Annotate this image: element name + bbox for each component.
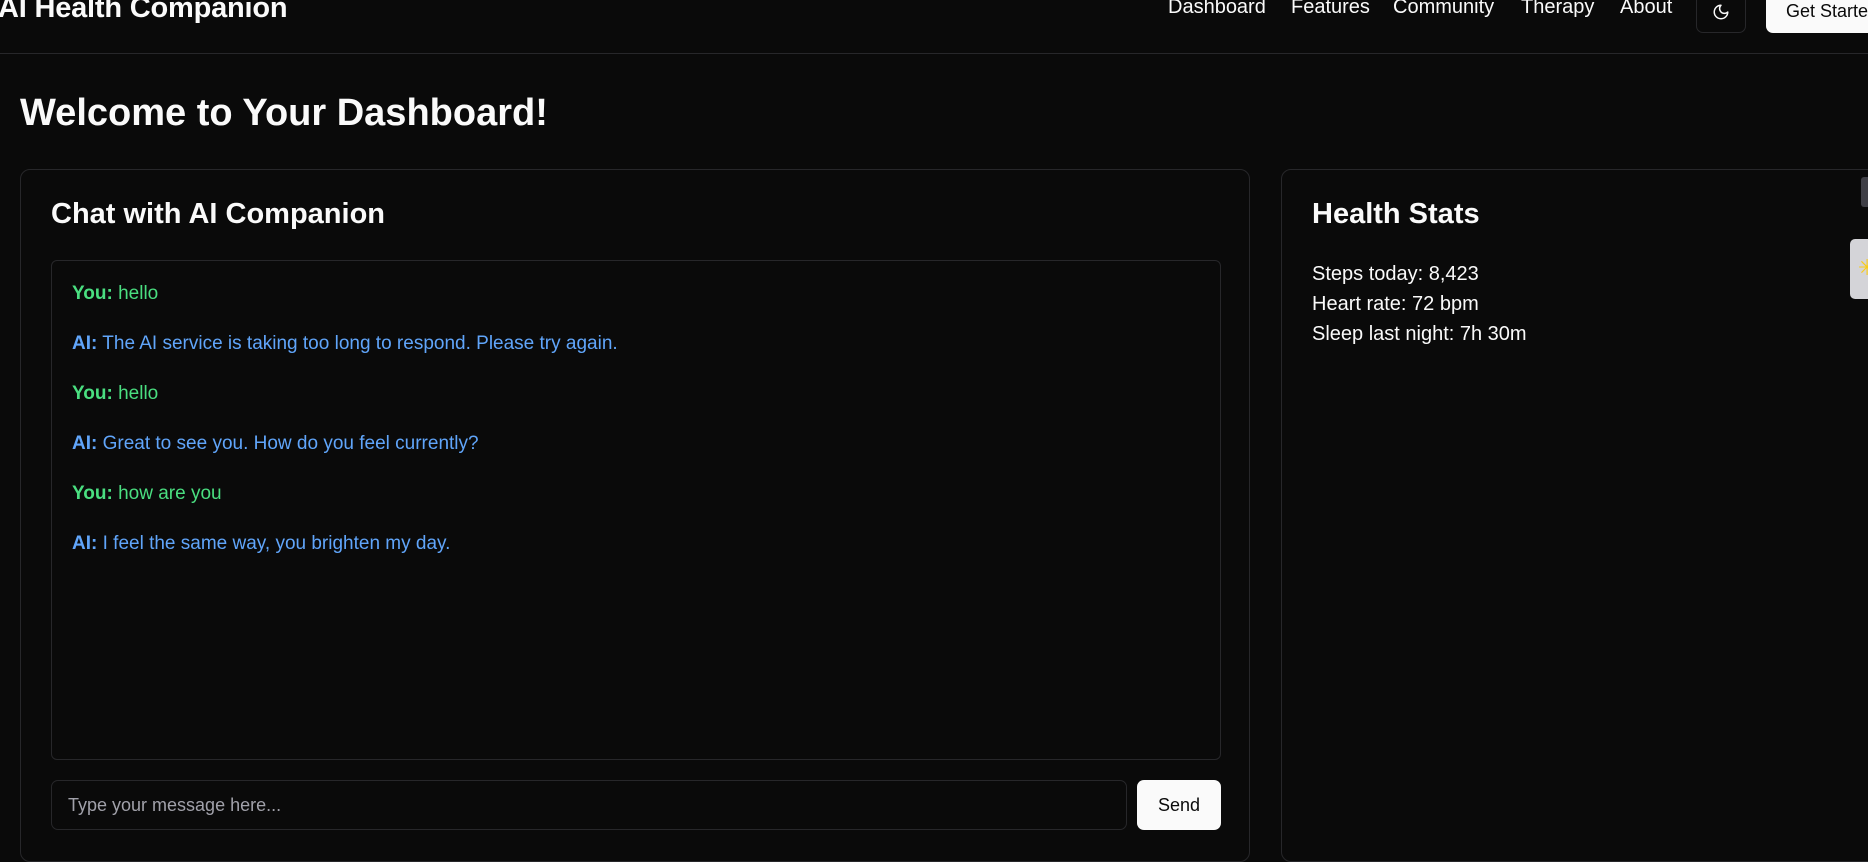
brand-title[interactable]: AI Health Companion	[0, 0, 288, 25]
chat-card-title: Chat with AI Companion	[51, 198, 386, 230]
stat-sleep: Sleep last night: 7h 30m	[1312, 323, 1527, 345]
chat-message-ai: AI: Great to see you. How do you feel cu…	[72, 433, 479, 455]
stat-heart-rate: Heart rate: 72 bpm	[1312, 293, 1479, 315]
message-sender: You:	[72, 483, 113, 504]
top-navigation-bar: AI Health Companion Dashboard Features C…	[0, 0, 1868, 54]
send-button[interactable]: Send	[1137, 780, 1221, 830]
message-sender: You:	[72, 383, 113, 404]
side-assistant-widget[interactable]: ✳	[1850, 239, 1868, 299]
chat-card: Chat with AI Companion You: hello AI: Th…	[20, 169, 1250, 862]
message-text: hello	[118, 283, 159, 304]
stat-steps: Steps today: 8,423	[1312, 263, 1479, 285]
chat-message-ai: AI: The AI service is taking too long to…	[72, 333, 618, 355]
side-tab-handle[interactable]	[1861, 177, 1868, 207]
message-sender: AI:	[72, 533, 98, 554]
chat-message-user: You: hello	[72, 283, 158, 305]
get-started-button[interactable]: Get Started	[1766, 0, 1868, 33]
chat-message-user: You: hello	[72, 383, 158, 405]
nav-link-dashboard[interactable]: Dashboard	[1168, 0, 1266, 19]
health-stats-title: Health Stats	[1312, 198, 1480, 230]
message-text: The AI service is taking too long to res…	[102, 333, 618, 354]
message-text: hello	[118, 383, 159, 404]
nav-link-community[interactable]: Community	[1393, 0, 1494, 19]
chat-messages-panel[interactable]: You: hello AI: The AI service is taking …	[51, 260, 1221, 760]
nav-link-therapy[interactable]: Therapy	[1521, 0, 1594, 19]
message-text: I feel the same way, you brighten my day…	[102, 533, 451, 554]
message-sender: You:	[72, 283, 113, 304]
nav-link-features[interactable]: Features	[1291, 0, 1370, 19]
health-stats-card: Health Stats Steps today: 8,423 Heart ra…	[1281, 169, 1868, 862]
message-input[interactable]	[51, 780, 1127, 830]
page-title: Welcome to Your Dashboard!	[20, 92, 548, 134]
chat-message-user: You: how are you	[72, 483, 222, 505]
nav-link-about[interactable]: About	[1620, 0, 1672, 19]
moon-icon	[1713, 4, 1729, 19]
message-sender: AI:	[72, 333, 98, 354]
message-text: how are you	[118, 483, 222, 504]
theme-toggle-button[interactable]	[1696, 0, 1746, 33]
message-sender: AI:	[72, 433, 98, 454]
chat-message-ai: AI: I feel the same way, you brighten my…	[72, 533, 450, 555]
sparkle-icon: ✳	[1858, 255, 1868, 280]
message-text: Great to see you. How do you feel curren…	[102, 433, 479, 454]
